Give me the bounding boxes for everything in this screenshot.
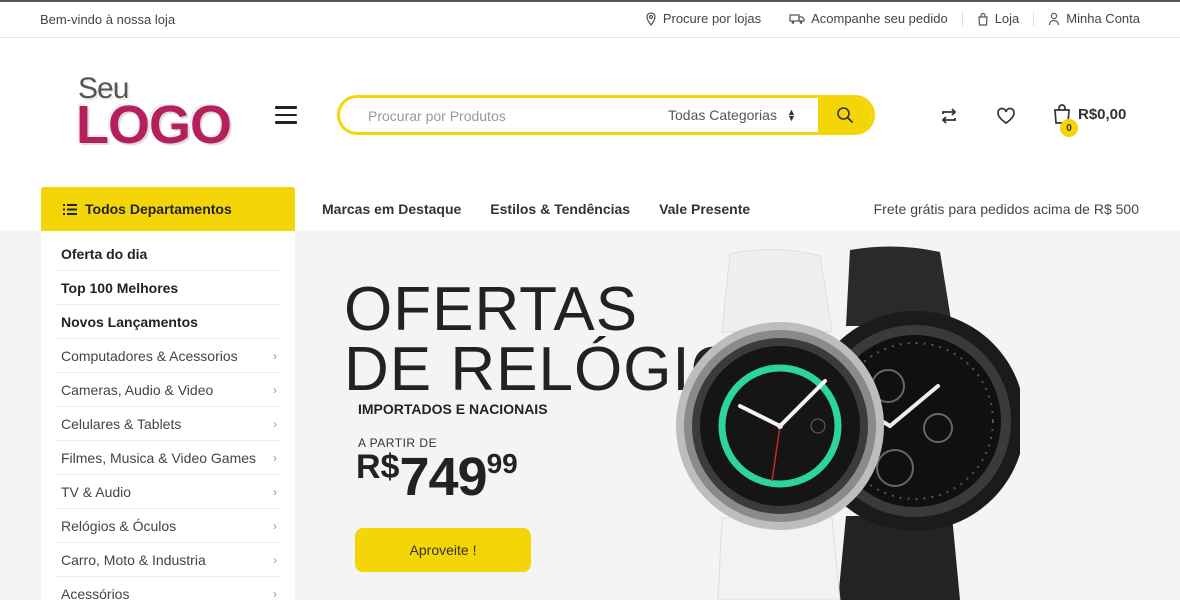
sidebar-item-label: Top 100 Melhores xyxy=(61,279,179,296)
chevron-right-icon: › xyxy=(273,450,277,465)
logo-main-text: LOGO xyxy=(76,95,232,155)
find-stores-link[interactable]: Procure por lojas xyxy=(631,11,775,26)
sidebar-item[interactable]: Relógios & Óculos › xyxy=(55,509,281,543)
sidebar-item-label: Cameras, Audio & Video xyxy=(61,381,214,398)
price-integer: 749 xyxy=(399,447,487,507)
site-logo[interactable]: Seu LOGO xyxy=(68,66,248,166)
nav-styles-trends[interactable]: Estilos & Tendências xyxy=(490,201,630,217)
search-button[interactable] xyxy=(818,98,872,132)
heart-icon xyxy=(997,107,1015,125)
sidebar-item[interactable]: Oferta do dia xyxy=(55,237,281,271)
my-account-link[interactable]: Minha Conta xyxy=(1034,11,1140,26)
all-departments-label: Todos Departamentos xyxy=(85,201,232,217)
category-select[interactable]: Todas Categorias ▲ ▼ xyxy=(668,107,796,123)
sidebar-item-label: Relógios & Óculos xyxy=(61,517,177,534)
chevron-right-icon: › xyxy=(273,552,277,567)
chevron-right-icon: › xyxy=(273,518,277,533)
sidebar-item[interactable]: Cameras, Audio & Video › xyxy=(55,373,281,407)
sidebar-item[interactable]: Celulares & Tablets › xyxy=(55,407,281,441)
promo-price: R$ 749 99 xyxy=(356,446,518,508)
sidebar-item-label: Oferta do dia xyxy=(61,245,148,262)
departments-menu: Oferta do dia Top 100 Melhores Novos Lança… xyxy=(41,231,295,600)
menu-icon[interactable] xyxy=(275,106,297,126)
find-stores-label: Procure por lojas xyxy=(662,11,762,26)
main-nav: Marcas em Destaque Estilos & Tendências … xyxy=(322,201,750,217)
nav-featured-brands[interactable]: Marcas em Destaque xyxy=(322,201,461,217)
sidebar-item[interactable]: Filmes, Musica & Video Games › xyxy=(55,441,281,475)
my-account-label: Minha Conta xyxy=(1066,11,1140,26)
store-link[interactable]: Loja xyxy=(963,11,1034,26)
sidebar-item-label: Filmes, Musica & Video Games xyxy=(61,449,257,466)
welcome-text: Bem-vindo à nossa loja xyxy=(40,12,176,27)
map-pin-icon xyxy=(646,11,656,26)
sidebar-item-label: Celulares & Tablets xyxy=(61,415,182,432)
price-cents: 99 xyxy=(486,448,518,479)
chevron-right-icon: › xyxy=(273,484,277,499)
search-icon xyxy=(837,107,853,123)
list-icon xyxy=(63,203,77,215)
select-arrows-icon: ▲ ▼ xyxy=(786,107,796,123)
all-departments-button[interactable]: Todos Departamentos xyxy=(41,187,295,231)
chevron-right-icon: › xyxy=(273,382,277,397)
top-links: Procure por lojas Acompanhe seu pedido L… xyxy=(631,11,1140,26)
search-input[interactable] xyxy=(368,104,648,128)
sidebar-item-label: TV & Audio xyxy=(61,483,132,500)
sidebar-item-label: Carro, Moto & Industria xyxy=(61,551,206,568)
cart-button[interactable]: 0 R$0,00 xyxy=(1052,103,1127,137)
sidebar-item-label: Novos Lançamentos xyxy=(61,313,198,330)
sidebar-item[interactable]: Acessórios › xyxy=(55,577,281,600)
sidebar-item[interactable]: TV & Audio › xyxy=(55,475,281,509)
compare-icon xyxy=(941,108,957,124)
sidebar-item[interactable]: Computadores & Acessorios › xyxy=(55,339,281,373)
shopping-bag-icon xyxy=(978,12,988,26)
track-order-link[interactable]: Acompanhe seu pedido xyxy=(775,11,962,26)
watches-image xyxy=(676,246,1020,600)
sidebar-item[interactable]: Novos Lançamentos xyxy=(55,305,281,339)
promo-subtitle: IMPORTADOS E NACIONAIS xyxy=(358,401,548,417)
sidebar-item-label: Acessórios xyxy=(61,585,130,600)
chevron-right-icon: › xyxy=(273,586,277,600)
compare-button[interactable] xyxy=(937,104,961,128)
sidebar-item[interactable]: Carro, Moto & Industria › xyxy=(55,543,281,577)
sidebar-item-label: Computadores & Acessorios xyxy=(61,347,238,364)
cta-button[interactable]: Aproveite ! xyxy=(355,528,531,572)
chevron-right-icon: › xyxy=(273,348,277,363)
top-bar: Bem-vindo à nossa loja Procure por lojas… xyxy=(0,0,1180,38)
search-bar: Todas Categorias ▲▼ xyxy=(337,95,875,135)
sidebar-item[interactable]: Top 100 Melhores xyxy=(55,271,281,305)
nav-gift-card[interactable]: Vale Presente xyxy=(659,201,750,217)
truck-icon xyxy=(789,13,805,24)
store-label: Loja xyxy=(994,11,1020,26)
price-currency: R$ xyxy=(356,448,400,486)
free-shipping-notice: Frete grátis para pedidos acima de R$ 50… xyxy=(873,201,1139,217)
cart-total: R$0,00 xyxy=(1078,105,1127,123)
wishlist-button[interactable] xyxy=(994,104,1018,128)
track-order-label: Acompanhe seu pedido xyxy=(811,11,948,26)
category-select-value: Todas Categorias xyxy=(668,107,777,123)
user-icon xyxy=(1049,12,1060,25)
chevron-right-icon: › xyxy=(273,416,277,431)
cart-count-badge: 0 xyxy=(1060,119,1078,137)
